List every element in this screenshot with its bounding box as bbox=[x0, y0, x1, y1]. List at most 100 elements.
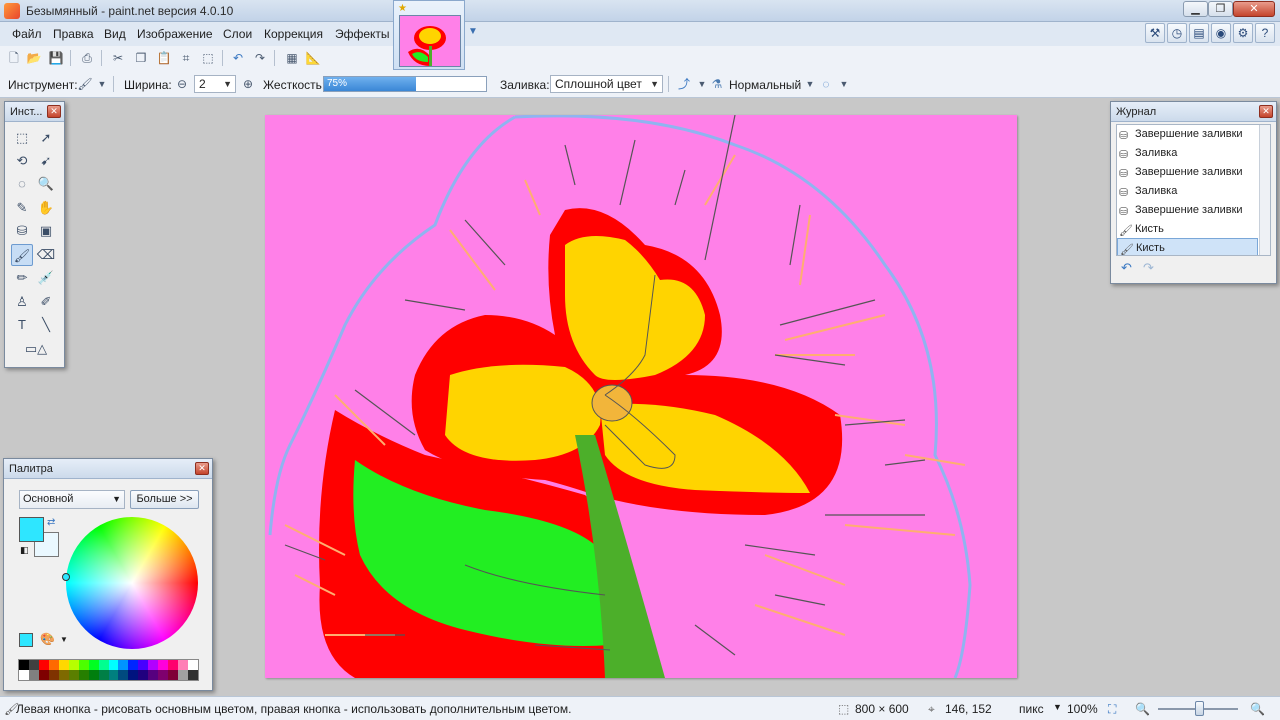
history-window-toggle-icon[interactable]: ◷ bbox=[1167, 23, 1187, 43]
history-window-title[interactable]: Журнал ✕ bbox=[1111, 102, 1276, 122]
drawing-canvas[interactable] bbox=[265, 115, 1017, 678]
palette-menu-dropdown-icon[interactable]: ▼ bbox=[60, 635, 68, 644]
move-selected-tool-icon[interactable]: ➹ bbox=[35, 150, 57, 172]
copy-icon[interactable]: ❐ bbox=[133, 50, 149, 66]
history-item[interactable]: ⛁ Завершение заливки bbox=[1117, 201, 1258, 220]
color-wheel-marker[interactable] bbox=[62, 573, 70, 581]
zoom-value[interactable]: 100% bbox=[1067, 702, 1098, 716]
tools-window-title[interactable]: Инст... ✕ bbox=[5, 102, 64, 122]
width-select[interactable]: 2 ▼ bbox=[194, 75, 236, 93]
history-undo-icon[interactable]: ↶ bbox=[1121, 260, 1132, 276]
selection-mode-icon[interactable]: ◌ bbox=[818, 76, 834, 92]
settings-gear-icon[interactable]: ⚙ bbox=[1233, 23, 1253, 43]
history-item[interactable]: ⛁ Завершение заливки bbox=[1117, 163, 1258, 182]
move-selection-tool-icon[interactable]: ➚ bbox=[35, 127, 57, 149]
menu-layers[interactable]: Слои bbox=[223, 27, 252, 41]
zoom-in-icon[interactable]: 🔍 bbox=[1250, 702, 1265, 716]
history-scrollbar[interactable] bbox=[1259, 125, 1270, 255]
color-mode-select[interactable]: Основной ▼ bbox=[19, 490, 125, 509]
history-item[interactable]: 🖌 Кисть bbox=[1117, 220, 1258, 239]
blend-mode-dropdown-icon[interactable]: ▼ bbox=[802, 76, 818, 92]
color-wheel[interactable] bbox=[66, 517, 198, 649]
history-item[interactable]: ⛁ Заливка bbox=[1117, 144, 1258, 163]
crop-icon[interactable]: ⌗ bbox=[178, 50, 194, 66]
palette-window-title[interactable]: Палитра ✕ bbox=[4, 459, 212, 479]
layers-window-toggle-icon[interactable]: ▤ bbox=[1189, 23, 1209, 43]
toolbar-separator bbox=[113, 76, 114, 92]
history-item[interactable]: ⛁ Завершение заливки bbox=[1117, 125, 1258, 144]
cut-icon[interactable]: ✂ bbox=[110, 50, 126, 66]
add-color-icon[interactable] bbox=[19, 633, 33, 647]
width-increase-icon[interactable]: ⊕ bbox=[240, 76, 256, 92]
magic-wand-tool-icon[interactable]: ✎ bbox=[11, 197, 33, 219]
history-window-close-icon[interactable]: ✕ bbox=[1259, 105, 1273, 118]
text-tool-icon[interactable]: T bbox=[11, 314, 33, 336]
zoom-slider-thumb[interactable] bbox=[1195, 701, 1204, 716]
gradient-tool-icon[interactable]: ▣ bbox=[35, 220, 57, 242]
rectangle-select-tool-icon[interactable]: ⬚ bbox=[11, 127, 33, 149]
tools-window-close-icon[interactable]: ✕ bbox=[47, 105, 61, 118]
open-file-icon[interactable]: 📂 bbox=[26, 50, 42, 66]
fill-label: Заливка: bbox=[500, 78, 550, 92]
print-icon[interactable]: ⎙ bbox=[79, 50, 95, 66]
eraser-tool-icon[interactable]: ⌫ bbox=[35, 244, 57, 266]
swap-colors-icon[interactable]: ⇄ bbox=[47, 517, 55, 528]
pencil-tool-icon[interactable]: ✏ bbox=[11, 267, 33, 289]
paint-bucket-tool-icon[interactable]: ⛁ bbox=[11, 220, 33, 242]
more-colors-button[interactable]: Больше >> bbox=[130, 490, 199, 509]
minimize-button[interactable]: ▁ bbox=[1183, 1, 1208, 17]
grid-icon[interactable]: ▦ bbox=[284, 50, 300, 66]
save-file-icon[interactable]: 💾 bbox=[48, 50, 64, 66]
history-item[interactable]: ⛁ Заливка bbox=[1117, 182, 1258, 201]
paste-icon[interactable]: 📋 bbox=[156, 50, 172, 66]
units-dropdown-icon[interactable]: ▼ bbox=[1053, 702, 1062, 712]
palette-swatches[interactable] bbox=[18, 659, 199, 681]
paintbrush-tool-icon[interactable]: 🖌 bbox=[77, 76, 93, 92]
hardness-slider[interactable]: 75% bbox=[323, 76, 487, 92]
pan-tool-icon[interactable]: ✋ bbox=[35, 197, 57, 219]
menu-image[interactable]: Изображение bbox=[137, 27, 213, 41]
clone-stamp-tool-icon[interactable]: ♙ bbox=[11, 291, 33, 313]
menu-file[interactable]: Файл bbox=[12, 27, 42, 41]
width-decrease-icon[interactable]: ⊖ bbox=[174, 76, 190, 92]
fill-select[interactable]: Сплошной цвет ▼ bbox=[550, 75, 663, 93]
menu-adjustments[interactable]: Коррекция bbox=[264, 27, 323, 41]
antialiasing-icon[interactable]: ⤴ bbox=[676, 76, 692, 92]
menu-edit[interactable]: Правка bbox=[53, 27, 94, 41]
antialiasing-dropdown-icon[interactable]: ▼ bbox=[694, 76, 710, 92]
line-curve-tool-icon[interactable]: ╲ bbox=[35, 314, 57, 336]
ruler-icon[interactable]: 📐 bbox=[305, 50, 321, 66]
history-redo-icon[interactable]: ↷ bbox=[1143, 260, 1154, 276]
history-item-selected[interactable]: 🖌 Кисть bbox=[1117, 238, 1258, 255]
menu-effects[interactable]: Эффекты bbox=[335, 27, 390, 41]
selection-mode-dropdown-icon[interactable]: ▼ bbox=[836, 76, 852, 92]
deselect-icon[interactable]: ⬚ bbox=[200, 50, 216, 66]
tool-dropdown-icon[interactable]: ▼ bbox=[94, 76, 110, 92]
undo-icon[interactable]: ↶ bbox=[230, 50, 246, 66]
help-icon[interactable]: ? bbox=[1255, 23, 1275, 43]
zoom-out-icon[interactable]: 🔍 bbox=[1135, 702, 1150, 716]
recolor-tool-icon[interactable]: ✐ bbox=[35, 291, 57, 313]
shapes-tool-icon[interactable]: ▭△ bbox=[16, 338, 56, 360]
primary-color-swatch[interactable] bbox=[19, 517, 44, 542]
tools-window-toggle-icon[interactable]: ⚒ bbox=[1145, 23, 1165, 43]
paintbrush-tool-icon[interactable]: 🖌 bbox=[11, 244, 33, 266]
units-select[interactable]: пикс bbox=[1019, 702, 1044, 716]
menu-view[interactable]: Вид bbox=[104, 27, 126, 41]
zoom-fit-icon[interactable]: ⛶ bbox=[1108, 702, 1116, 717]
color-picker-tool-icon[interactable]: 💉 bbox=[35, 267, 57, 289]
colors-window-toggle-icon[interactable]: ◉ bbox=[1211, 23, 1231, 43]
image-tab[interactable]: ★ bbox=[393, 0, 465, 70]
lasso-select-tool-icon[interactable]: ⟲ bbox=[11, 150, 33, 172]
close-button[interactable]: ✕ bbox=[1233, 1, 1275, 17]
new-file-icon[interactable]: 🗋 bbox=[6, 50, 22, 66]
maximize-button[interactable]: ❐ bbox=[1208, 1, 1233, 17]
reset-colors-icon[interactable]: ◧ bbox=[20, 545, 29, 556]
ellipse-select-tool-icon[interactable]: ◌ bbox=[11, 173, 33, 195]
zoom-tool-icon[interactable]: 🔍 bbox=[35, 173, 57, 195]
palette-window-close-icon[interactable]: ✕ bbox=[195, 462, 209, 475]
redo-icon[interactable]: ↷ bbox=[252, 50, 268, 66]
palette-menu-icon[interactable]: 🎨 bbox=[40, 632, 55, 646]
tabs-dropdown-icon[interactable]: ▼ bbox=[468, 26, 478, 37]
blend-mode-value[interactable]: Нормальный bbox=[729, 78, 801, 92]
